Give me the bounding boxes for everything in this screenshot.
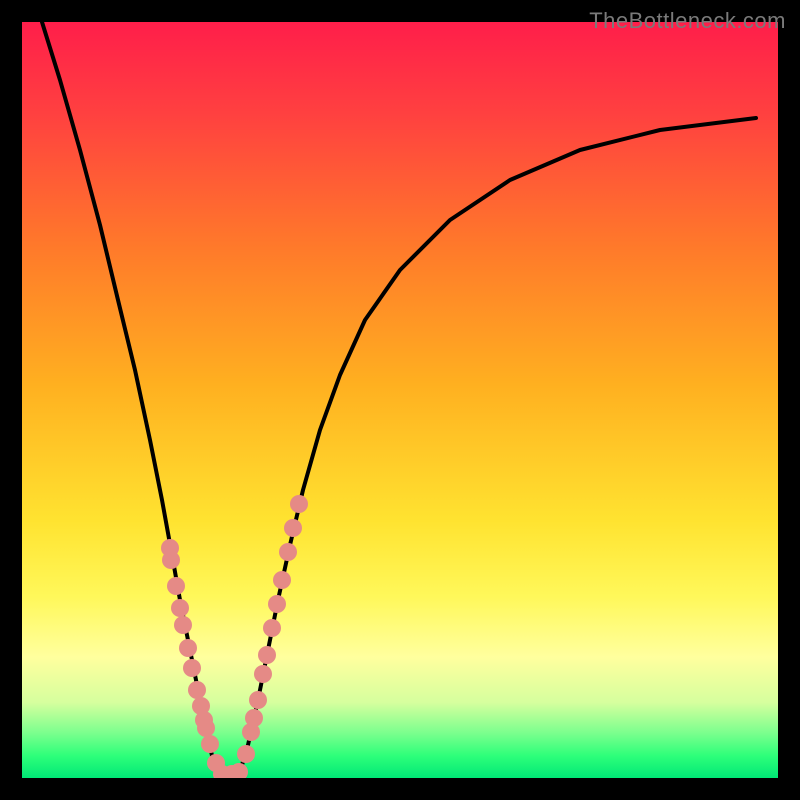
watermark-text: TheBottleneck.com	[589, 8, 786, 34]
data-marker	[273, 571, 291, 589]
data-marker	[179, 639, 197, 657]
data-marker	[284, 519, 302, 537]
chart-canvas: TheBottleneck.com	[0, 0, 800, 800]
data-marker	[162, 551, 180, 569]
data-marker	[171, 599, 189, 617]
data-marker	[197, 719, 215, 737]
data-marker	[201, 735, 219, 753]
data-marker	[263, 619, 281, 637]
data-marker	[254, 665, 272, 683]
chart-svg	[22, 22, 778, 778]
data-marker	[174, 616, 192, 634]
data-marker	[268, 595, 286, 613]
marker-group	[161, 495, 308, 778]
data-marker	[188, 681, 206, 699]
bottleneck-curve	[42, 22, 756, 775]
data-marker	[290, 495, 308, 513]
data-marker	[167, 577, 185, 595]
data-marker	[245, 709, 263, 727]
data-marker	[183, 659, 201, 677]
data-marker	[237, 745, 255, 763]
data-marker	[249, 691, 267, 709]
data-marker	[258, 646, 276, 664]
data-marker	[279, 543, 297, 561]
